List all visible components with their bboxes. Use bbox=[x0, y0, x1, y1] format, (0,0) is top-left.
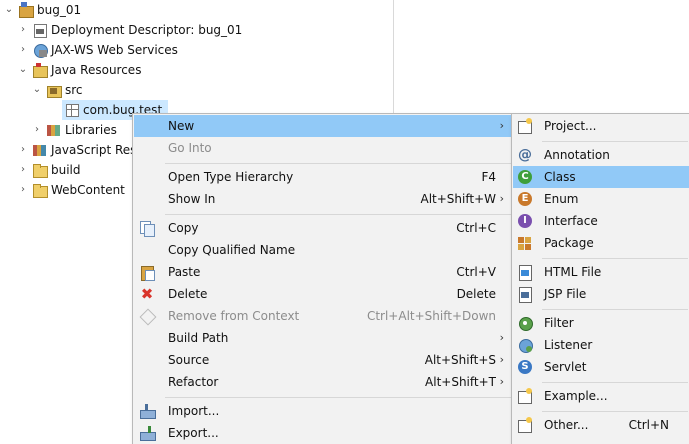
submenu-arrow-icon: › bbox=[499, 192, 504, 205]
copy-icon bbox=[139, 220, 155, 237]
tree-item-bug-01[interactable]: ⌄ bug_01 bbox=[2, 0, 85, 20]
folder-icon bbox=[32, 182, 48, 198]
remove-context-icon bbox=[139, 308, 157, 326]
chevron-down-icon[interactable]: ⌄ bbox=[2, 0, 16, 20]
menu-item-other[interactable]: Other... Ctrl+N bbox=[513, 414, 689, 436]
import-icon bbox=[139, 403, 156, 419]
tree-item-build[interactable]: › build bbox=[16, 160, 85, 180]
html-file-icon bbox=[517, 264, 533, 281]
menu-item-servlet[interactable]: S Servlet bbox=[513, 356, 689, 378]
new-submenu: Project... @ Annotation C Class E Enum I… bbox=[511, 113, 689, 444]
chevron-right-icon[interactable]: › bbox=[16, 140, 30, 160]
tree-item-javascript-resources[interactable]: › JavaScript Res bbox=[16, 140, 140, 160]
menu-item-refactor[interactable]: Refactor Alt+Shift+T › bbox=[134, 371, 512, 393]
tree-item-label: WebContent bbox=[51, 183, 125, 197]
paste-icon bbox=[139, 264, 155, 281]
menu-item-copy-qualified-name[interactable]: Copy Qualified Name bbox=[134, 239, 512, 261]
class-icon: C bbox=[517, 169, 533, 185]
chevron-right-icon[interactable]: › bbox=[16, 20, 30, 40]
submenu-arrow-icon: › bbox=[499, 375, 504, 388]
chevron-down-icon[interactable]: ⌄ bbox=[16, 60, 30, 80]
tree-item-label: build bbox=[51, 163, 81, 177]
menu-item-html-file[interactable]: HTML File bbox=[513, 261, 689, 283]
tree-item-java-resources[interactable]: ⌄ Java Resources bbox=[16, 60, 145, 80]
menu-item-interface[interactable]: I Interface bbox=[513, 210, 689, 232]
tree-item-deployment-descriptor[interactable]: › Deployment Descriptor: bug_01 bbox=[16, 20, 246, 40]
menu-item-export[interactable]: Export... bbox=[134, 422, 512, 444]
web-services-icon bbox=[32, 42, 48, 58]
menu-item-class[interactable]: C Class bbox=[513, 166, 689, 188]
menu-separator bbox=[165, 214, 511, 215]
folder-icon bbox=[32, 162, 48, 178]
package-icon bbox=[517, 235, 533, 251]
menu-separator bbox=[542, 258, 688, 259]
menu-item-source[interactable]: Source Alt+Shift+S › bbox=[134, 349, 512, 371]
tree-item-libraries[interactable]: › Libraries bbox=[30, 120, 121, 140]
menu-item-go-into[interactable]: Go Into bbox=[134, 137, 512, 159]
new-project-icon bbox=[517, 118, 533, 134]
java-resources-icon bbox=[32, 62, 48, 78]
enum-icon: E bbox=[517, 191, 533, 207]
chevron-down-icon[interactable]: ⌄ bbox=[30, 80, 44, 100]
tree-item-label: bug_01 bbox=[37, 3, 82, 17]
deployment-descriptor-icon bbox=[32, 22, 48, 38]
menu-item-remove-from-context[interactable]: Remove from Context Ctrl+Alt+Shift+Down bbox=[134, 305, 512, 327]
menu-item-jsp-file[interactable]: JSP File bbox=[513, 283, 689, 305]
menu-item-example[interactable]: Example... bbox=[513, 385, 689, 407]
tree-item-label: src bbox=[65, 83, 83, 97]
delete-icon: ✖ bbox=[140, 285, 154, 303]
menu-item-filter[interactable]: Filter bbox=[513, 312, 689, 334]
menu-item-new[interactable]: New › bbox=[134, 115, 512, 137]
context-menu: New › Go Into Open Type Hierarchy F4 Sho… bbox=[132, 113, 514, 444]
interface-icon: I bbox=[517, 213, 533, 229]
example-icon bbox=[517, 388, 533, 404]
chevron-right-icon[interactable]: › bbox=[16, 160, 30, 180]
menu-item-open-type-hierarchy[interactable]: Open Type Hierarchy F4 bbox=[134, 166, 512, 188]
submenu-arrow-icon: › bbox=[499, 119, 504, 132]
export-icon bbox=[139, 425, 156, 441]
javascript-resources-icon bbox=[32, 142, 48, 158]
project-icon bbox=[18, 2, 34, 18]
tree-item-label: Libraries bbox=[65, 123, 117, 137]
menu-separator bbox=[165, 163, 511, 164]
servlet-icon: S bbox=[517, 359, 533, 375]
menu-item-build-path[interactable]: Build Path › bbox=[134, 327, 512, 349]
menu-item-annotation[interactable]: @ Annotation bbox=[513, 144, 689, 166]
tree-item-webcontent[interactable]: › WebContent bbox=[16, 180, 129, 200]
tree-item-jax-ws[interactable]: › JAX-WS Web Services bbox=[16, 40, 182, 60]
menu-item-import[interactable]: Import... bbox=[134, 400, 512, 422]
menu-separator bbox=[542, 382, 688, 383]
menu-item-paste[interactable]: Paste Ctrl+V bbox=[134, 261, 512, 283]
listener-icon bbox=[517, 337, 533, 353]
menu-item-copy[interactable]: Copy Ctrl+C bbox=[134, 217, 512, 239]
menu-separator bbox=[542, 141, 688, 142]
menu-separator bbox=[542, 411, 688, 412]
tree-item-src[interactable]: ⌄ src bbox=[30, 80, 87, 100]
source-folder-icon bbox=[46, 82, 62, 98]
chevron-right-icon[interactable]: › bbox=[16, 40, 30, 60]
libraries-icon bbox=[46, 122, 62, 138]
tree-item-label: JavaScript Res bbox=[51, 143, 137, 157]
submenu-arrow-icon: › bbox=[499, 331, 504, 344]
chevron-right-icon[interactable]: › bbox=[16, 180, 30, 200]
annotation-icon: @ bbox=[518, 147, 532, 163]
chevron-right-icon[interactable]: › bbox=[30, 120, 44, 140]
filter-icon bbox=[517, 315, 533, 331]
tree-item-label: JAX-WS Web Services bbox=[51, 43, 178, 57]
menu-separator bbox=[542, 309, 688, 310]
menu-item-project[interactable]: Project... bbox=[513, 115, 689, 137]
jsp-file-icon bbox=[517, 286, 533, 303]
menu-separator bbox=[165, 397, 511, 398]
tree-item-label: Deployment Descriptor: bug_01 bbox=[51, 23, 243, 37]
menu-item-show-in[interactable]: Show In Alt+Shift+W › bbox=[134, 188, 512, 210]
submenu-arrow-icon: › bbox=[499, 353, 504, 366]
menu-item-listener[interactable]: Listener bbox=[513, 334, 689, 356]
menu-item-enum[interactable]: E Enum bbox=[513, 188, 689, 210]
tree-item-label: Java Resources bbox=[51, 63, 142, 77]
other-icon bbox=[517, 417, 533, 433]
package-icon bbox=[64, 102, 80, 118]
menu-item-delete[interactable]: ✖ Delete Delete bbox=[134, 283, 512, 305]
menu-item-package[interactable]: Package bbox=[513, 232, 689, 254]
